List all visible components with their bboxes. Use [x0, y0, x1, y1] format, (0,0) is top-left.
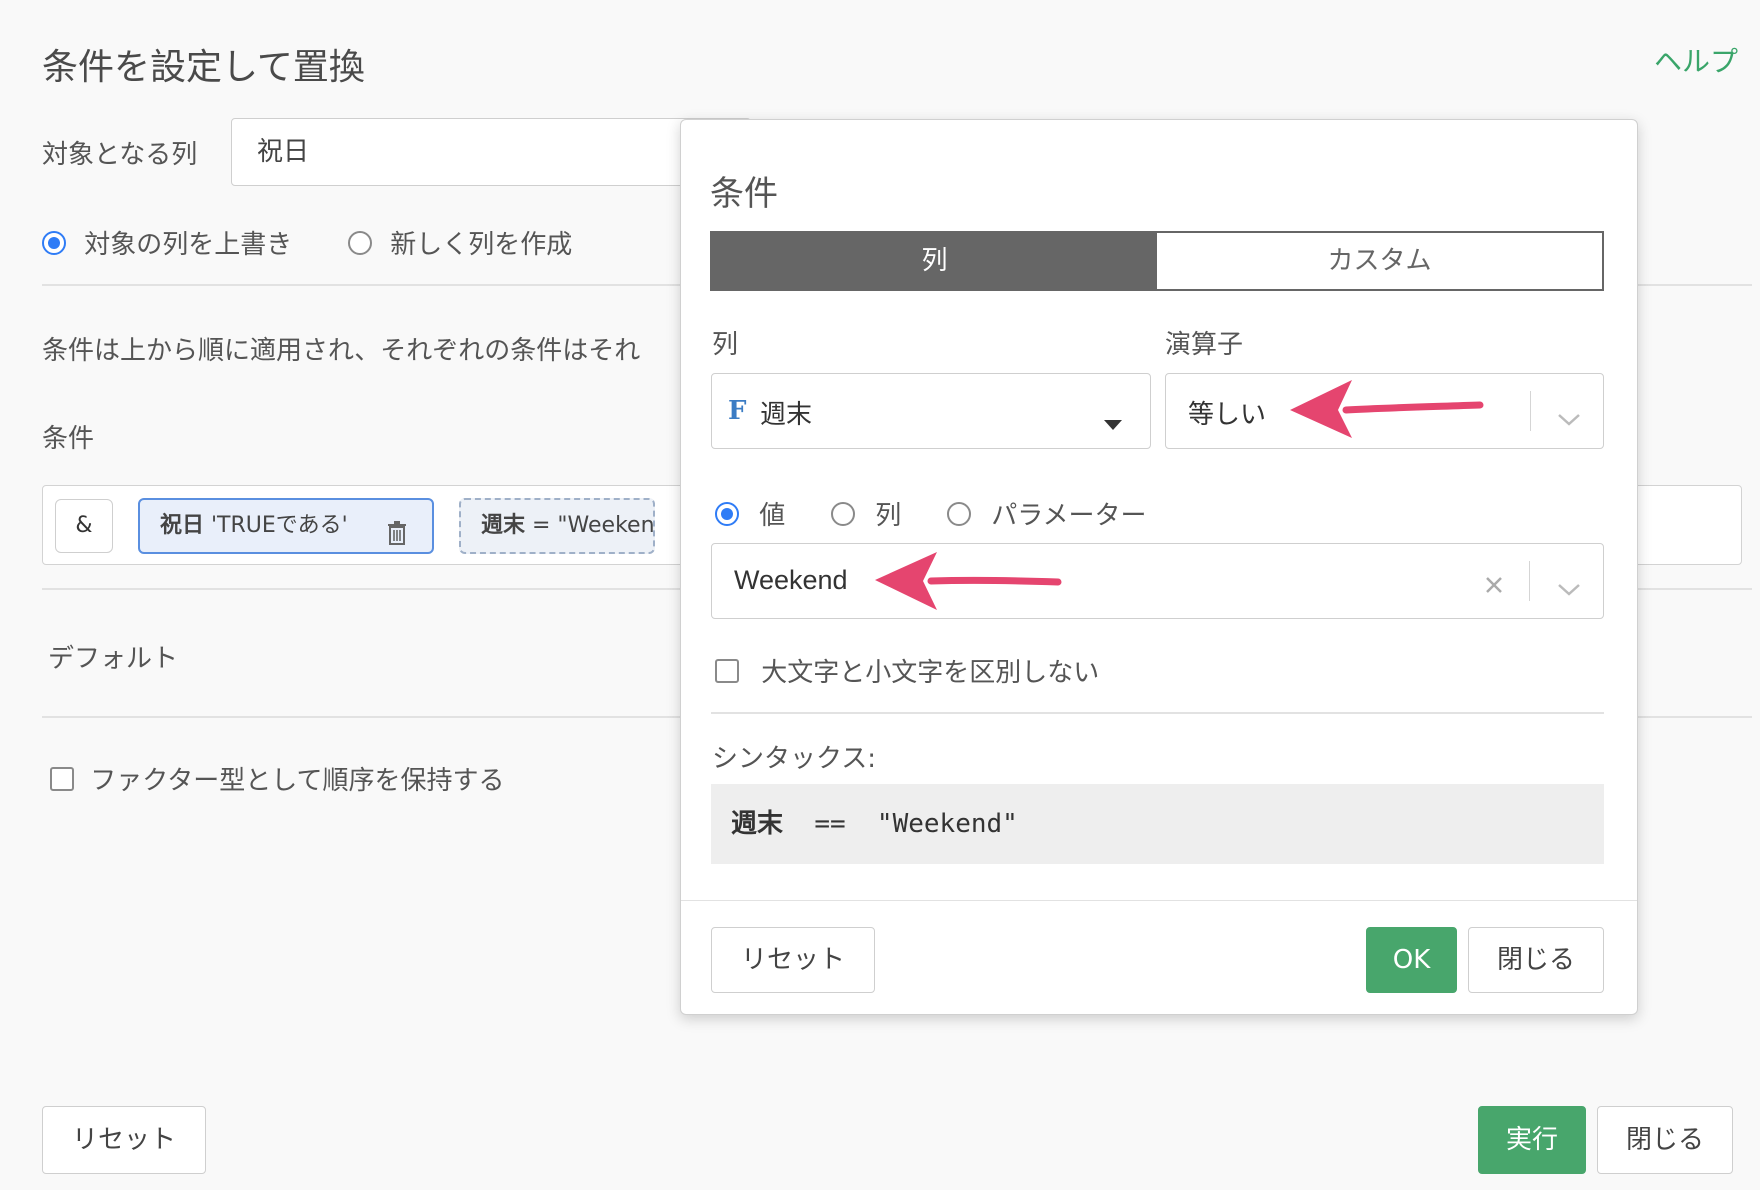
factor-checkbox[interactable] — [50, 766, 74, 791]
syntax-expression: == "Weekend" — [783, 809, 1018, 839]
syntax-preview: 週末 == "Weekend" — [711, 784, 1604, 864]
new-column-radio[interactable] — [348, 230, 372, 255]
divider — [681, 900, 1637, 901]
close-button[interactable]: 閉じる — [1597, 1106, 1733, 1174]
condition-chip[interactable]: 週末 = "Weeken — [459, 498, 655, 554]
condition-chip[interactable]: 祝日 'TRUEである' — [138, 498, 434, 554]
value-type-value-radio[interactable] — [715, 501, 739, 526]
operator-select-value: 等しい — [1188, 400, 1267, 430]
value-type-parameter-radio[interactable] — [947, 501, 971, 526]
factor-type-icon: F — [728, 396, 747, 426]
chip-expression: 'TRUEである' — [204, 513, 348, 538]
dialog-title: 条件 — [710, 174, 778, 214]
column-select[interactable]: F 週末 — [711, 373, 1151, 449]
annotation-arrow-icon — [875, 552, 1062, 610]
new-column-option[interactable]: 新しく列を作成 — [348, 224, 572, 261]
chevron-down-icon[interactable] — [1557, 404, 1581, 434]
divider — [711, 712, 1604, 714]
trash-icon[interactable] — [388, 513, 406, 545]
select-separator — [1529, 561, 1530, 601]
target-column-label: 対象となる列 — [42, 140, 198, 170]
factor-label: ファクター型として順序を保持する — [90, 766, 505, 796]
value-type-column-label: 列 — [875, 501, 902, 531]
clear-x-icon[interactable] — [1484, 572, 1504, 602]
target-column-input[interactable]: 祝日 — [231, 118, 751, 186]
dialog-reset-button[interactable]: リセット — [711, 927, 875, 993]
select-separator — [1530, 391, 1531, 431]
reset-button[interactable]: リセット — [42, 1106, 206, 1174]
column-label: 列 — [712, 330, 739, 360]
column-select-value: 週末 — [760, 400, 813, 430]
syntax-label: シンタックス: — [712, 744, 876, 774]
new-column-label: 新しく列を作成 — [390, 230, 573, 260]
value-type-parameter[interactable]: パラメーター — [947, 495, 1147, 532]
overwrite-option[interactable]: 対象の列を上書き — [42, 224, 292, 261]
overwrite-radio[interactable] — [42, 230, 66, 255]
operator-label: 演算子 — [1165, 330, 1244, 360]
annotation-arrow-icon — [1290, 380, 1484, 438]
value-input[interactable]: Weekend — [711, 543, 1604, 619]
case-insensitive-option[interactable]: 大文字と小文字を区別しない — [715, 652, 1099, 689]
tab-column[interactable]: 列 — [712, 233, 1157, 289]
value-type-column[interactable]: 列 — [831, 495, 901, 532]
tab-custom[interactable]: カスタム — [1157, 233, 1602, 289]
page-title: 条件を設定して置換 — [42, 47, 365, 88]
dialog-close-button[interactable]: 閉じる — [1468, 927, 1604, 993]
condition-tabs: 列 カスタム — [710, 231, 1604, 291]
factor-option[interactable]: ファクター型として順序を保持する — [50, 760, 504, 797]
run-button[interactable]: 実行 — [1478, 1106, 1586, 1174]
chip-column: 週末 — [481, 513, 526, 538]
and-operator-button[interactable]: & — [55, 499, 113, 553]
overwrite-label: 対象の列を上書き — [84, 230, 293, 260]
syntax-column: 週末 — [731, 809, 784, 839]
value-type-value[interactable]: 値 — [715, 495, 785, 532]
conditions-label: 条件 — [42, 424, 95, 454]
caret-down-icon — [1104, 407, 1122, 437]
case-insensitive-label: 大文字と小文字を区別しない — [761, 658, 1100, 688]
value-input-text: Weekend — [734, 565, 848, 595]
ok-button[interactable]: OK — [1366, 927, 1457, 993]
chip-expression: = "Weeken — [525, 513, 655, 538]
chip-column: 祝日 — [160, 513, 205, 538]
help-link[interactable]: ヘルプ — [1654, 40, 1738, 80]
default-label: デフォルト — [48, 644, 179, 674]
value-type-value-label: 値 — [759, 501, 786, 531]
chevron-down-icon[interactable] — [1557, 574, 1581, 604]
value-type-parameter-label: パラメーター — [991, 501, 1147, 531]
value-type-column-radio[interactable] — [831, 501, 855, 526]
description-text: 条件は上から順に適用され、それぞれの条件はそれ — [42, 336, 641, 366]
case-insensitive-checkbox[interactable] — [715, 658, 739, 683]
